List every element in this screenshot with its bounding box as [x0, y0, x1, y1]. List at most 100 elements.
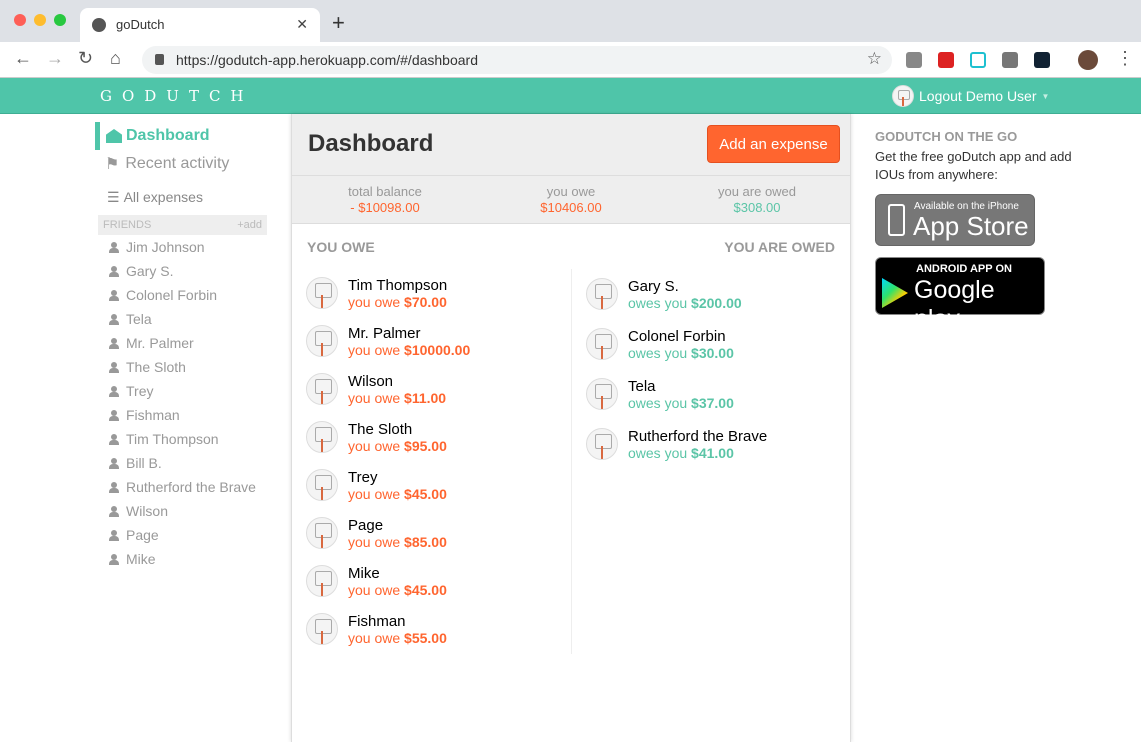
avatar: [306, 421, 338, 453]
promo-title: GODUTCH ON THE GO: [875, 129, 1018, 144]
badge-big-text: App Store: [913, 211, 1029, 241]
sidebar-friend[interactable]: Colonel Forbin: [95, 283, 267, 307]
extension-icon[interactable]: [970, 52, 986, 68]
balance-item[interactable]: Trey you owe $45.00: [306, 461, 571, 509]
person-icon: [109, 361, 119, 373]
amount-value: $45.00: [404, 581, 447, 598]
friend-name: Rutherford the Brave: [126, 479, 256, 495]
balance-item[interactable]: Wilson you owe $11.00: [306, 365, 571, 413]
balance-item[interactable]: Gary S. owes you $200.00: [586, 269, 850, 319]
amount-value: $95.00: [404, 437, 447, 454]
sidebar-item-label: Recent activity: [125, 155, 230, 172]
balance-item[interactable]: The Sloth you owe $95.00: [306, 413, 571, 461]
menu-icon[interactable]: ⋮: [1116, 48, 1134, 69]
you-are-owed-total: you are owed $308.00: [664, 176, 850, 223]
sidebar-friend[interactable]: Bill B.: [95, 451, 267, 475]
sidebar-friend[interactable]: Rutherford the Brave: [95, 475, 267, 499]
person-icon: [109, 505, 119, 517]
sidebar-friend[interactable]: Wilson: [95, 499, 267, 523]
amount-value: $70.00: [404, 293, 447, 310]
person-name: The Sloth: [348, 420, 413, 438]
tab-title: goDutch: [116, 17, 165, 32]
new-tab-button[interactable]: +: [332, 10, 345, 36]
add-expense-button[interactable]: Add an expense: [707, 125, 840, 163]
person-icon: [109, 289, 119, 301]
home-icon[interactable]: ⌂: [110, 48, 121, 69]
extension-icon[interactable]: [938, 52, 954, 68]
person-icon: [109, 553, 119, 565]
friend-name: Page: [126, 527, 159, 543]
sidebar-friend[interactable]: Trey: [95, 379, 267, 403]
amount-prefix: owes you: [628, 444, 688, 461]
balance-item[interactable]: Tela owes you $37.00: [586, 369, 850, 419]
logo[interactable]: GODUTCH: [100, 87, 254, 105]
sidebar-item-recent-activity[interactable]: ⚑ Recent activity: [95, 150, 267, 178]
user-menu[interactable]: Logout Demo User ▼: [892, 85, 1049, 107]
you-are-owed-list: Gary S. owes you $200.00 Colonel Forbin owe…: [571, 269, 850, 654]
avatar: [306, 565, 338, 597]
sidebar-friend[interactable]: Fishman: [95, 403, 267, 427]
balance-item[interactable]: Page you owe $85.00: [306, 509, 571, 557]
person-name: Rutherford the Brave: [628, 427, 768, 445]
promo-text: Get the free goDutch app and add IOUs fr…: [875, 149, 1072, 182]
person-icon: [109, 337, 119, 349]
balance-label: you are owed: [717, 184, 797, 199]
sidebar-item-all-expenses[interactable]: ☰ All expenses: [95, 185, 267, 209]
sidebar-friend[interactable]: Mike: [95, 547, 267, 571]
amount-value: $200.00: [691, 294, 742, 311]
profile-avatar[interactable]: [1078, 50, 1098, 70]
close-tab-icon[interactable]: ✕: [296, 16, 308, 33]
friend-name: Trey: [126, 383, 154, 399]
sidebar-friend[interactable]: The Sloth: [95, 355, 267, 379]
balance-value: - $10098.00: [350, 200, 420, 215]
reload-icon[interactable]: ↻: [78, 48, 93, 69]
balance-item[interactable]: Fishman you owe $55.00: [306, 605, 571, 653]
amount-prefix: owes you: [628, 294, 688, 311]
sidebar-friend[interactable]: Mr. Palmer: [95, 331, 267, 355]
balance-item[interactable]: Rutherford the Brave owes you $41.00: [586, 419, 850, 469]
avatar: [586, 428, 618, 460]
amount-prefix: you owe: [348, 485, 401, 502]
react-devtools-icon[interactable]: [1034, 52, 1050, 68]
balance-item[interactable]: Mr. Palmer you owe $10000.00: [306, 317, 571, 365]
balance-item[interactable]: Tim Thompson you owe $70.00: [306, 269, 571, 317]
friend-name: The Sloth: [126, 359, 186, 375]
person-name: Colonel Forbin: [628, 327, 726, 345]
dashboard-panel: Dashboard Add an expense total balance - …: [291, 114, 851, 742]
friend-name: Wilson: [126, 503, 169, 519]
person-icon: [109, 529, 119, 541]
amount-prefix: you owe: [348, 629, 401, 646]
close-window-button[interactable]: [14, 14, 26, 26]
friend-name: Fishman: [126, 407, 180, 423]
person-icon: [109, 457, 119, 469]
extension-icon[interactable]: [906, 52, 922, 68]
address-bar[interactable]: https://godutch-app.herokuapp.com/#/dash…: [142, 46, 892, 74]
dashboard-header: Dashboard Add an expense: [292, 114, 850, 176]
app-store-badge[interactable]: Available on the iPhone App Store: [875, 194, 1035, 246]
sidebar-friend[interactable]: Jim Johnson: [95, 235, 267, 259]
balance-item[interactable]: Colonel Forbin owes you $30.00: [586, 319, 850, 369]
sidebar-friend[interactable]: Tim Thompson: [95, 427, 267, 451]
amount-value: $45.00: [404, 485, 447, 502]
balance-item[interactable]: Mike you owe $45.00: [306, 557, 571, 605]
sidebar-item-dashboard[interactable]: Dashboard: [95, 122, 267, 150]
total-balance: total balance - $10098.00: [292, 176, 478, 223]
maximize-window-button[interactable]: [54, 14, 66, 26]
person-name: Page: [348, 516, 384, 534]
avatar: [892, 85, 914, 107]
sidebar-friend[interactable]: Gary S.: [95, 259, 267, 283]
friend-name: Colonel Forbin: [126, 287, 218, 303]
sidebar-friend[interactable]: Page: [95, 523, 267, 547]
person-name: Fishman: [348, 612, 406, 630]
puzzle-icon[interactable]: [1002, 52, 1018, 68]
avatar: [306, 277, 338, 309]
minimize-window-button[interactable]: [34, 14, 46, 26]
bookmark-star-icon[interactable]: ☆: [867, 49, 882, 69]
forward-icon[interactable]: →: [46, 48, 64, 69]
amount-prefix: you owe: [348, 389, 401, 406]
add-friend-button[interactable]: +add: [237, 219, 262, 231]
sidebar-friend[interactable]: Tela: [95, 307, 267, 331]
google-play-badge[interactable]: ANDROID APP ON Google play: [875, 257, 1045, 333]
back-icon[interactable]: ←: [14, 48, 32, 69]
browser-tab[interactable]: goDutch ✕: [80, 8, 320, 42]
